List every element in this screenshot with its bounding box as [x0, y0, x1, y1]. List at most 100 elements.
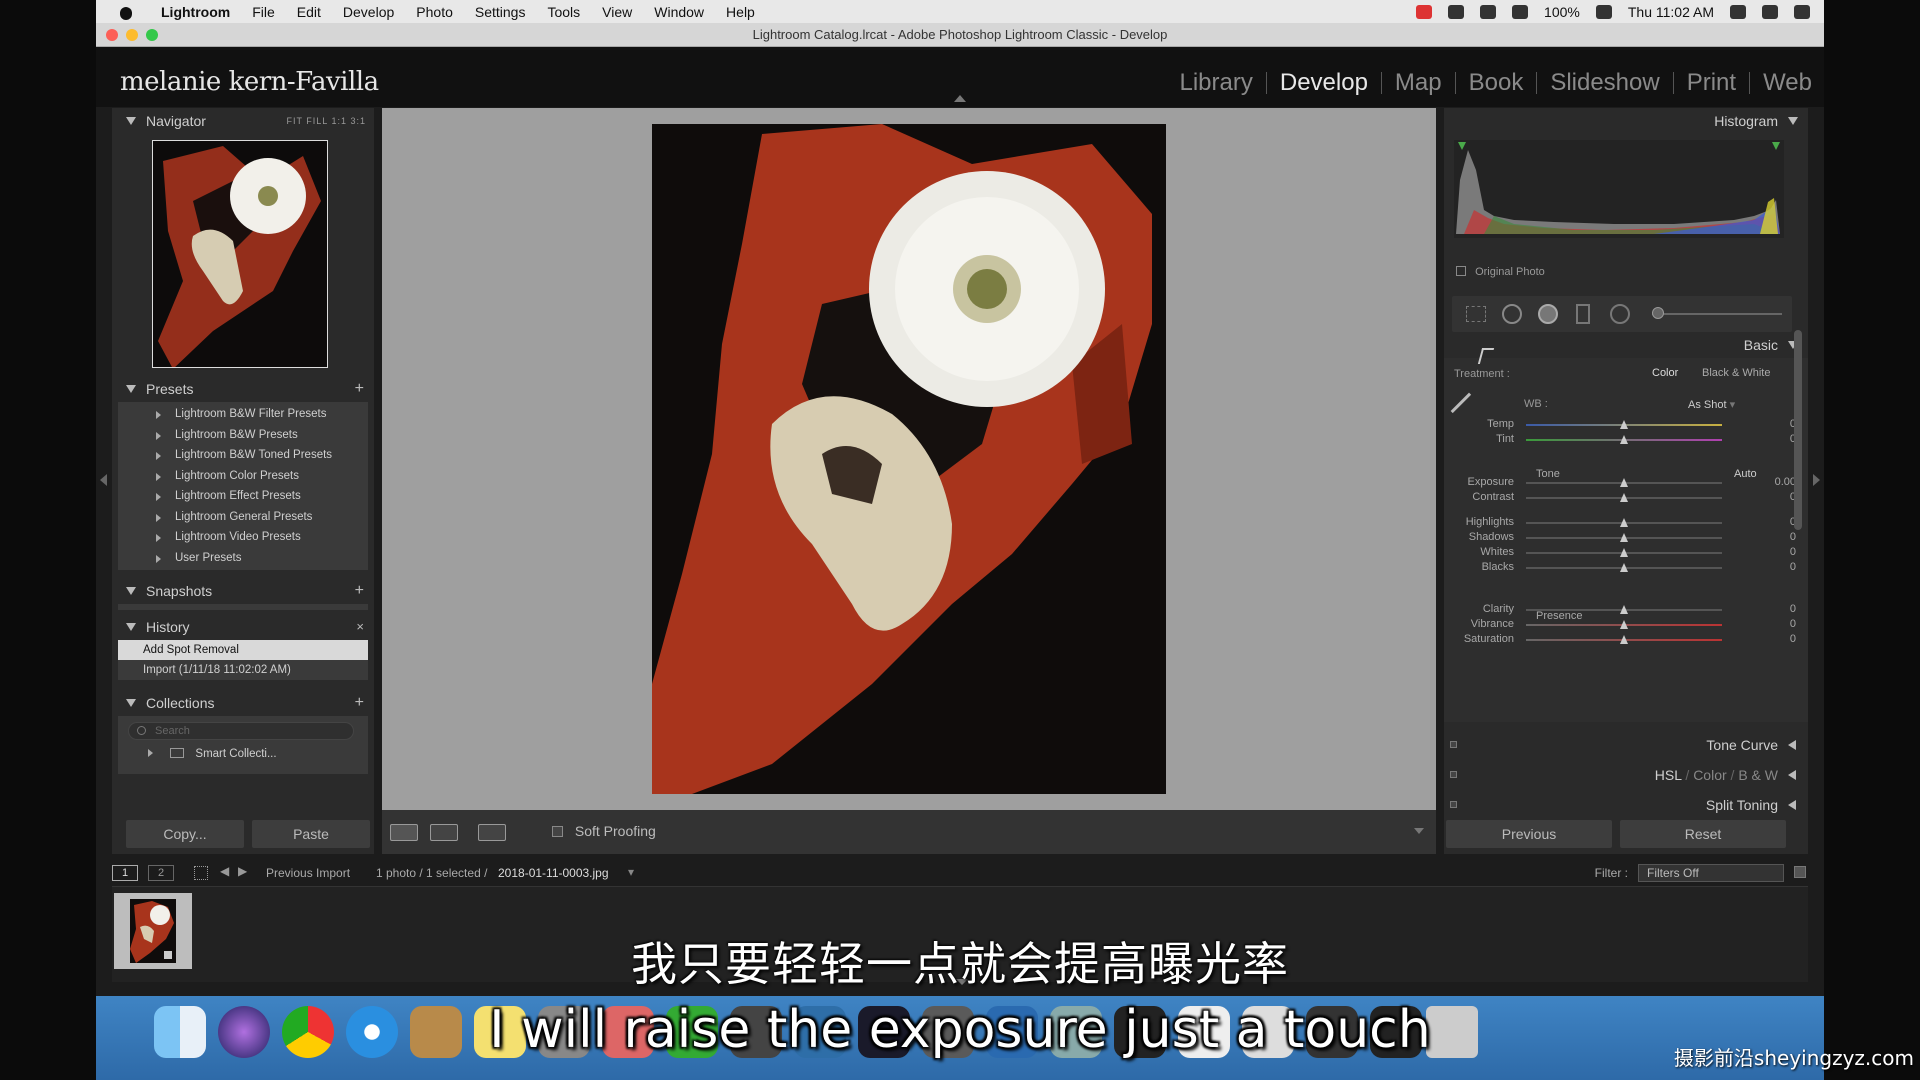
soft-proofing-toggle[interactable]: Soft Proofing	[552, 823, 656, 839]
main-photo[interactable]	[652, 124, 1166, 794]
slider-value[interactable]: 0	[1790, 546, 1796, 558]
back-arrow-icon[interactable]: ◀	[220, 864, 229, 878]
panel-scrollbar[interactable]	[1794, 330, 1802, 530]
module-slideshow[interactable]: Slideshow	[1550, 69, 1659, 97]
panel-switch-icon[interactable]	[1450, 801, 1457, 808]
slider-thumb[interactable]	[1620, 605, 1628, 614]
before-after-icon[interactable]	[430, 824, 458, 841]
slider-row-tint[interactable]: Tint 0	[1444, 433, 1808, 447]
add-preset-icon[interactable]: +	[355, 376, 364, 402]
slider-thumb[interactable]	[1620, 478, 1628, 487]
slider-track[interactable]	[1526, 478, 1722, 487]
menu-lightroom[interactable]: Lightroom	[150, 4, 241, 20]
preset-folder[interactable]: Lightroom Video Presets	[118, 527, 368, 548]
add-collection-icon[interactable]: +	[355, 690, 364, 716]
color-tab[interactable]: Color	[1693, 767, 1726, 783]
close-window-button[interactable]	[106, 29, 118, 41]
slider-track[interactable]	[1526, 435, 1722, 444]
slider-row-saturation[interactable]: Saturation 0	[1444, 633, 1808, 647]
history-item[interactable]: Add Spot Removal	[118, 640, 368, 660]
collections-search-input[interactable]: Search	[128, 722, 354, 740]
bw-tab[interactable]: B & W	[1738, 767, 1778, 783]
s-app-icon[interactable]	[1416, 4, 1433, 19]
siri-icon[interactable]	[1762, 4, 1778, 19]
navigator-zoom-options[interactable]: FIT FILL 1:1 3:1	[286, 108, 366, 134]
hsl-tab[interactable]: HSL	[1655, 767, 1682, 783]
preset-folder[interactable]: Lightroom B&W Toned Presets	[118, 445, 368, 466]
slider-value[interactable]: 0	[1790, 531, 1796, 543]
original-photo-checkbox[interactable]	[1456, 266, 1466, 276]
slider-value[interactable]: 0	[1790, 618, 1796, 630]
preset-folder[interactable]: Lightroom General Presets	[118, 507, 368, 528]
slider-row-exposure[interactable]: Exposure 0.00	[1444, 476, 1808, 490]
module-library[interactable]: Library	[1180, 69, 1253, 97]
graduated-filter-icon[interactable]	[1576, 304, 1590, 324]
collection-item[interactable]: Smart Collecti...	[148, 748, 277, 760]
treatment-bw-button[interactable]: Black & White	[1702, 367, 1770, 379]
menu-edit[interactable]: Edit	[286, 4, 332, 20]
slider-track[interactable]	[1526, 635, 1722, 644]
airplay-icon[interactable]	[1512, 4, 1529, 19]
slider-row-shadows[interactable]: Shadows 0	[1444, 531, 1808, 545]
slider-thumb[interactable]	[1620, 563, 1628, 572]
before-after-split-icon[interactable]	[478, 824, 506, 841]
right-panel-toggle-icon[interactable]	[1813, 474, 1820, 486]
filmstrip-source[interactable]: Previous Import	[266, 866, 350, 880]
basic-header[interactable]: Basic	[1444, 332, 1808, 358]
main-window-button[interactable]: 1	[112, 865, 138, 881]
slider-value[interactable]: 0.00	[1775, 476, 1796, 488]
soft-proofing-checkbox[interactable]	[552, 826, 563, 837]
slider-value[interactable]: 0	[1790, 633, 1796, 645]
slider-row-contrast[interactable]: Contrast 0	[1444, 491, 1808, 505]
filename-dropdown-icon[interactable]: ▾	[628, 865, 634, 879]
menu-tools[interactable]: Tools	[536, 4, 591, 20]
slider-track[interactable]	[1526, 493, 1722, 502]
preset-folder[interactable]: Lightroom B&W Filter Presets	[118, 404, 368, 425]
snapshots-header[interactable]: Snapshots +	[112, 578, 374, 604]
add-snapshot-icon[interactable]: +	[355, 578, 364, 604]
module-web[interactable]: Web	[1763, 69, 1812, 97]
clock[interactable]: Thu 11:02 AM	[1628, 4, 1714, 20]
original-photo-toggle[interactable]: Original Photo	[1456, 266, 1545, 278]
panel-switch-icon[interactable]	[1450, 741, 1457, 748]
slider-row-blacks[interactable]: Blacks 0	[1444, 561, 1808, 575]
module-develop[interactable]: Develop	[1280, 69, 1368, 97]
slider-row-temp[interactable]: Temp 0	[1444, 418, 1808, 432]
slider-thumb[interactable]	[1620, 533, 1628, 542]
reset-button[interactable]: Reset	[1620, 820, 1786, 848]
slider-row-whites[interactable]: Whites 0	[1444, 546, 1808, 560]
menu-help[interactable]: Help	[715, 4, 766, 20]
left-panel-toggle-icon[interactable]	[100, 474, 107, 486]
slider-track[interactable]	[1526, 548, 1722, 557]
slider-thumb[interactable]	[1620, 635, 1628, 644]
apple-icon[interactable]	[116, 4, 138, 20]
menu-develop[interactable]: Develop	[332, 4, 405, 20]
menu-settings[interactable]: Settings	[464, 4, 537, 20]
module-book[interactable]: Book	[1469, 69, 1524, 97]
slider-track[interactable]	[1526, 420, 1722, 429]
second-window-button[interactable]: 2	[148, 865, 174, 881]
slider-thumb[interactable]	[1620, 435, 1628, 444]
cloud-icon[interactable]	[1448, 4, 1465, 19]
radial-filter-icon[interactable]	[1610, 304, 1630, 324]
treatment-color-button[interactable]: Color	[1652, 367, 1678, 379]
grid-view-icon[interactable]	[194, 866, 208, 880]
slider-track[interactable]	[1526, 518, 1722, 527]
notification-center-icon[interactable]	[1794, 4, 1810, 19]
selected-filename[interactable]: 2018-01-11-0003.jpg	[498, 866, 609, 880]
loupe-view-icon[interactable]	[390, 824, 418, 841]
slider-track[interactable]	[1526, 533, 1722, 542]
crop-tool-icon[interactable]	[1466, 306, 1486, 322]
preset-folder[interactable]: Lightroom B&W Presets	[118, 425, 368, 446]
preset-folder[interactable]: User Presets	[118, 548, 368, 569]
histogram-header[interactable]: Histogram	[1444, 108, 1808, 134]
navigator-preview[interactable]	[152, 140, 328, 368]
tone-curve-header[interactable]: Tone Curve	[1444, 732, 1808, 758]
slider-value[interactable]: 0	[1790, 561, 1796, 573]
filter-dropdown[interactable]: Filters Off	[1638, 864, 1784, 882]
filter-lock-icon[interactable]	[1794, 866, 1806, 878]
preset-folder[interactable]: Lightroom Color Presets	[118, 466, 368, 487]
slider-track[interactable]	[1526, 563, 1722, 572]
copy-settings-button[interactable]: Copy...	[126, 820, 244, 848]
wifi-icon[interactable]	[1480, 4, 1497, 19]
